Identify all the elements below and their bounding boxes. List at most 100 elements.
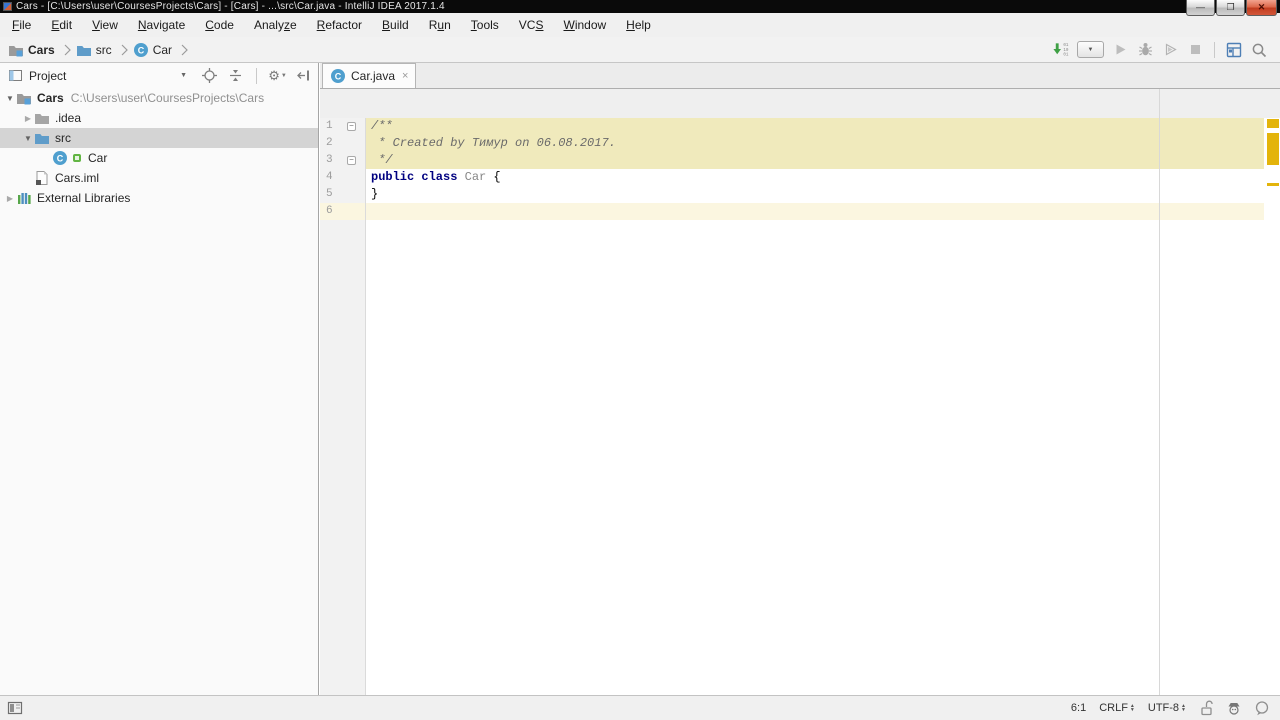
close-tab-icon[interactable]: ×: [402, 70, 408, 82]
error-stripe-column: [1264, 203, 1280, 220]
fold-marker-icon[interactable]: −: [347, 156, 356, 165]
window-title: Cars - [C:\Users\user\CoursesProjects\Ca…: [16, 1, 445, 12]
code-line-1[interactable]: 1− /**: [320, 118, 1280, 135]
menu-build[interactable]: Build: [372, 15, 419, 35]
code-line-5[interactable]: 5}: [320, 186, 1280, 203]
lock-open-icon[interactable]: [1199, 700, 1214, 716]
code-text[interactable]: * Created by Тимур on 06.08.2017.: [366, 135, 1264, 152]
minimize-button[interactable]: —: [1186, 0, 1215, 16]
warning-stripe-mark[interactable]: [1267, 133, 1279, 165]
warning-stripe-mark[interactable]: [1267, 183, 1279, 186]
crumb-label: Cars: [28, 43, 55, 57]
locate-icon[interactable]: [201, 67, 218, 84]
settings-gear-icon[interactable]: ⚙▼: [269, 67, 286, 84]
line-number[interactable]: 4: [320, 169, 346, 186]
collapse-all-icon[interactable]: [227, 67, 244, 84]
tree-item--idea[interactable]: ▶ .idea: [0, 108, 318, 128]
warning-stripe-mark[interactable]: [1267, 119, 1279, 128]
tree-item-label: Cars.iml: [55, 171, 99, 185]
tree-item-external-libraries[interactable]: ▶External Libraries: [0, 188, 318, 208]
code-line-2[interactable]: 2 * Created by Тимур on 06.08.2017.: [320, 135, 1280, 152]
line-number[interactable]: 2: [320, 135, 346, 152]
menu-file[interactable]: File: [2, 15, 41, 35]
restore-button[interactable]: ❐: [1216, 0, 1245, 16]
tree-item-cars-iml[interactable]: Cars.iml: [0, 168, 318, 188]
tree-item-car[interactable]: CCar: [0, 148, 318, 168]
tree-item-src[interactable]: ▼src: [0, 128, 318, 148]
code-line-4[interactable]: 4 public class Car {: [320, 169, 1280, 186]
collapse-arrow-icon[interactable]: ▼: [22, 134, 34, 143]
close-button[interactable]: ✕: [1246, 0, 1277, 16]
chevron-down-icon[interactable]: ▼: [180, 72, 187, 79]
tab-car-java[interactable]: C Car.java ×: [322, 63, 416, 88]
run-config-dropdown[interactable]: ▼: [1077, 41, 1104, 58]
line-number[interactable]: 1: [320, 118, 346, 135]
hector-inspections-icon[interactable]: [1226, 700, 1242, 716]
menu-vcs[interactable]: VCS: [509, 15, 554, 35]
menu-analyze[interactable]: Analyze: [244, 15, 307, 35]
line-number[interactable]: 5: [320, 186, 346, 203]
project-structure-icon[interactable]: [1225, 41, 1243, 59]
code-text[interactable]: */: [366, 152, 1264, 169]
code-text[interactable]: }: [366, 186, 1264, 203]
crumb-label: Car: [153, 43, 172, 57]
stop-icon[interactable]: [1186, 41, 1204, 59]
debug-icon[interactable]: [1136, 41, 1154, 59]
tree-item-label: .idea: [55, 111, 81, 125]
menu-help[interactable]: Help: [616, 15, 661, 35]
menu-navigate[interactable]: Navigate: [128, 15, 195, 35]
menu-code[interactable]: Code: [195, 15, 244, 35]
line-ending-selector[interactable]: CRLF ▲▼: [1099, 702, 1135, 714]
expand-arrow-icon[interactable]: ▶: [22, 114, 34, 123]
menu-view[interactable]: View: [82, 15, 128, 35]
encoding-selector[interactable]: UTF-8 ▲▼: [1148, 702, 1186, 714]
crumb-car[interactable]: CCar: [133, 42, 193, 58]
code-text[interactable]: /**: [366, 118, 1264, 135]
menu-run[interactable]: Run: [419, 15, 461, 35]
right-margin-guide: [1159, 89, 1160, 695]
expand-arrow-icon[interactable]: ▶: [4, 194, 16, 203]
class-icon: C: [52, 150, 68, 166]
code-line-6[interactable]: 6: [320, 203, 1280, 220]
status-widgets: 6:1 CRLF ▲▼ UTF-8 ▲▼: [1071, 700, 1280, 716]
gutter: 6: [320, 203, 366, 220]
class-icon: C: [330, 68, 346, 84]
run-icon[interactable]: [1111, 41, 1129, 59]
panel-header-icons: ⚙▼: [201, 67, 312, 84]
fold-column: [346, 186, 360, 203]
code-line-3[interactable]: 3− */: [320, 152, 1280, 169]
tree-item-cars[interactable]: ▼CarsC:\Users\user\CoursesProjects\Cars: [0, 88, 318, 108]
line-number[interactable]: 6: [320, 203, 346, 220]
project-view-selector[interactable]: Project ▼: [7, 67, 187, 84]
error-stripe-column: [1264, 220, 1280, 695]
tab-label: Car.java: [351, 69, 395, 83]
code-text[interactable]: [366, 203, 1264, 220]
source-folder-icon: [76, 42, 92, 58]
editor-area[interactable]: CCar.java× 1−/**2 * Created by Тимур on …: [320, 63, 1280, 695]
crumb-src[interactable]: src: [76, 42, 133, 58]
collapse-arrow-icon[interactable]: ▼: [4, 94, 16, 103]
caret-position-widget[interactable]: 6:1: [1071, 702, 1086, 714]
menu-edit[interactable]: Edit: [41, 15, 82, 35]
hide-panel-icon[interactable]: [295, 67, 312, 84]
toolwindow-toggle-icon[interactable]: [7, 700, 23, 716]
gutter: 2: [320, 135, 366, 152]
code-text[interactable]: [366, 220, 1264, 695]
search-icon[interactable]: [1250, 41, 1268, 59]
menu-window[interactable]: Window: [553, 15, 616, 35]
line-number[interactable]: 3: [320, 152, 346, 169]
menu-refactor[interactable]: Refactor: [307, 15, 372, 35]
gutter: 4: [320, 169, 366, 186]
coverage-icon[interactable]: [1161, 41, 1179, 59]
notification-bubble-icon[interactable]: [1254, 700, 1270, 716]
svg-text:C: C: [335, 71, 342, 81]
updown-icon: ▲▼: [1181, 704, 1186, 712]
code-text[interactable]: public class Car {: [366, 169, 1264, 186]
gutter: 3−: [320, 152, 366, 169]
menu-tools[interactable]: Tools: [461, 15, 509, 35]
fold-marker-icon[interactable]: −: [347, 122, 356, 131]
folder-icon: [34, 110, 50, 126]
crumb-cars[interactable]: Cars: [8, 42, 76, 58]
editor-empty-space[interactable]: [320, 220, 1280, 695]
vcs-update-icon[interactable]: 011001: [1052, 41, 1070, 59]
